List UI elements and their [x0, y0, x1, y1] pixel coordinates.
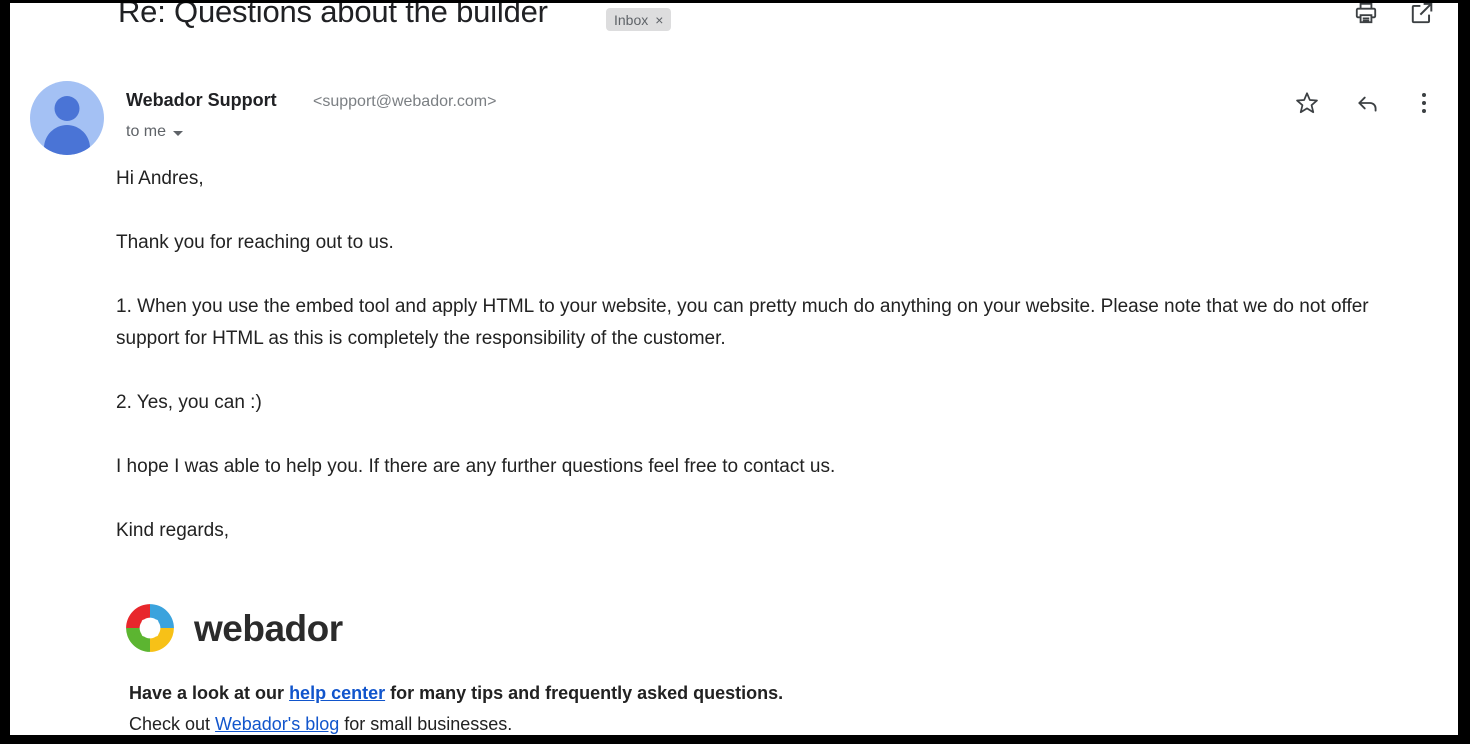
print-icon[interactable]	[1353, 3, 1379, 26]
body-greeting: Hi Andres,	[116, 168, 204, 189]
webador-wordmark: webador	[194, 607, 343, 649]
webador-blog-link[interactable]: Webador's blog	[215, 714, 339, 734]
body-paragraph-thanks: Thank you for reaching out to us.	[116, 232, 394, 253]
email-subject-header: Re: Questions about the builder Inbox ×	[10, 3, 1458, 54]
page-title: Re: Questions about the builder	[118, 3, 548, 29]
footer-line-1: Have a look at our help center for many …	[129, 678, 783, 709]
footer-line-2: Check out Webador's blog for small busin…	[129, 709, 783, 735]
recipient-label: to me	[126, 123, 167, 140]
footer-line-2-after: for small businesses.	[339, 714, 513, 734]
avatar-head	[54, 96, 80, 121]
chevron-down-icon[interactable]	[173, 130, 184, 136]
footer-line-1-before: Have a look at our	[129, 683, 290, 703]
more-options-icon[interactable]	[1420, 90, 1428, 116]
webador-logo: webador	[124, 602, 343, 654]
email-message-page: Re: Questions about the builder Inbox ×	[10, 3, 1458, 735]
help-center-link[interactable]: help center	[289, 683, 385, 703]
status-badge-inbox[interactable]: Inbox ×	[606, 8, 672, 31]
body-paragraph-2: 2. Yes, you can :)	[116, 392, 262, 413]
email-body: Hi Andres, Thank you for reaching out to…	[116, 163, 1420, 547]
close-icon[interactable]: ×	[655, 13, 663, 27]
star-icon[interactable]	[1294, 90, 1320, 116]
body-paragraph-1: 1. When you use the embed tool and apply…	[116, 296, 1369, 349]
inbox-badge-label: Inbox	[614, 11, 649, 28]
reply-icon[interactable]	[1355, 90, 1381, 116]
footer-line-1-after: for many tips and frequently asked quest…	[385, 683, 784, 703]
open-in-new-window-icon[interactable]	[1409, 3, 1435, 26]
recipient-details-toggle[interactable]: to me	[126, 123, 184, 141]
body-signoff: Kind regards,	[116, 520, 230, 541]
footer-line-2-before: Check out	[129, 714, 216, 734]
avatar-body	[44, 125, 90, 155]
email-footer: Have a look at our help center for many …	[129, 678, 783, 735]
sender-email: <support@webador.com>	[313, 93, 497, 110]
webador-pinwheel-logo-icon	[126, 604, 174, 652]
avatar	[30, 81, 104, 155]
sender-name: Webador Support	[126, 90, 277, 110]
screenshot-frame: Re: Questions about the builder Inbox ×	[0, 0, 1470, 744]
body-paragraph-closing: I hope I was able to help you. If there …	[116, 456, 836, 477]
